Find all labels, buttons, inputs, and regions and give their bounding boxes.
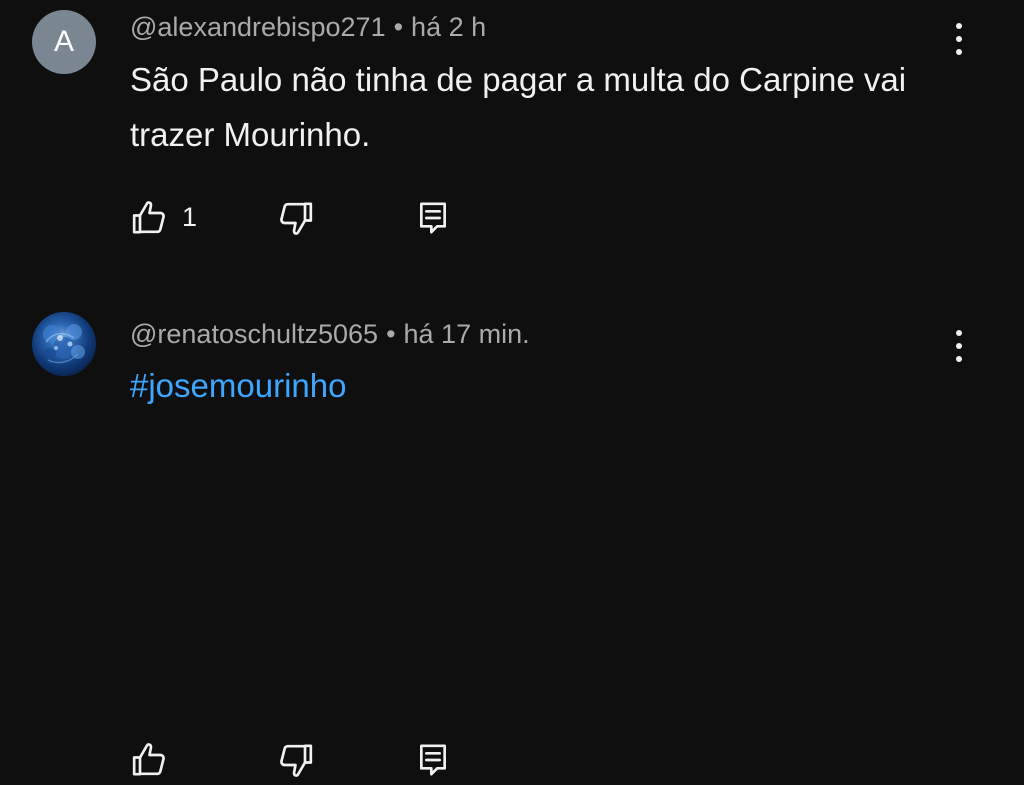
- avatar-image: [43, 324, 85, 364]
- more-options-button[interactable]: [944, 23, 974, 55]
- thumbs-down-icon: [280, 744, 313, 777]
- thumbs-up-icon: [132, 743, 165, 776]
- dislike-button[interactable]: [275, 198, 315, 243]
- dislike-button[interactable]: [275, 740, 315, 785]
- more-vert-icon: [956, 23, 962, 29]
- comment-time: há 2 h: [411, 12, 487, 42]
- more-options-button[interactable]: [944, 330, 974, 362]
- avatar[interactable]: [32, 312, 96, 376]
- like-count: 1: [182, 202, 198, 232]
- comment-meta: @renatoschultz5065 • há 17 min.: [130, 319, 530, 350]
- more-vert-icon: [956, 330, 962, 336]
- reply-icon: [420, 202, 446, 234]
- reply-button[interactable]: [413, 198, 453, 243]
- comment-author[interactable]: @alexandrebispo271: [130, 12, 386, 42]
- reply-button[interactable]: [413, 740, 453, 785]
- meta-separator: •: [386, 319, 396, 349]
- thumbs-up-icon: [132, 201, 165, 234]
- comment-meta: @alexandrebispo271 • há 2 h: [130, 12, 486, 43]
- avatar[interactable]: A: [32, 10, 96, 74]
- comment-time: há 17 min.: [403, 319, 530, 349]
- reply-icon: [420, 744, 446, 776]
- meta-separator: •: [393, 12, 404, 42]
- like-button[interactable]: [130, 740, 170, 785]
- comment-author[interactable]: @renatoschultz5065: [130, 319, 378, 349]
- comment-text: #josemourinho: [130, 358, 960, 413]
- hashtag-link[interactable]: #josemourinho: [130, 367, 346, 404]
- thumbs-down-icon: [280, 202, 313, 235]
- like-button[interactable]: [130, 198, 170, 243]
- comment-text: São Paulo não tinha de pagar a multa do …: [130, 61, 907, 153]
